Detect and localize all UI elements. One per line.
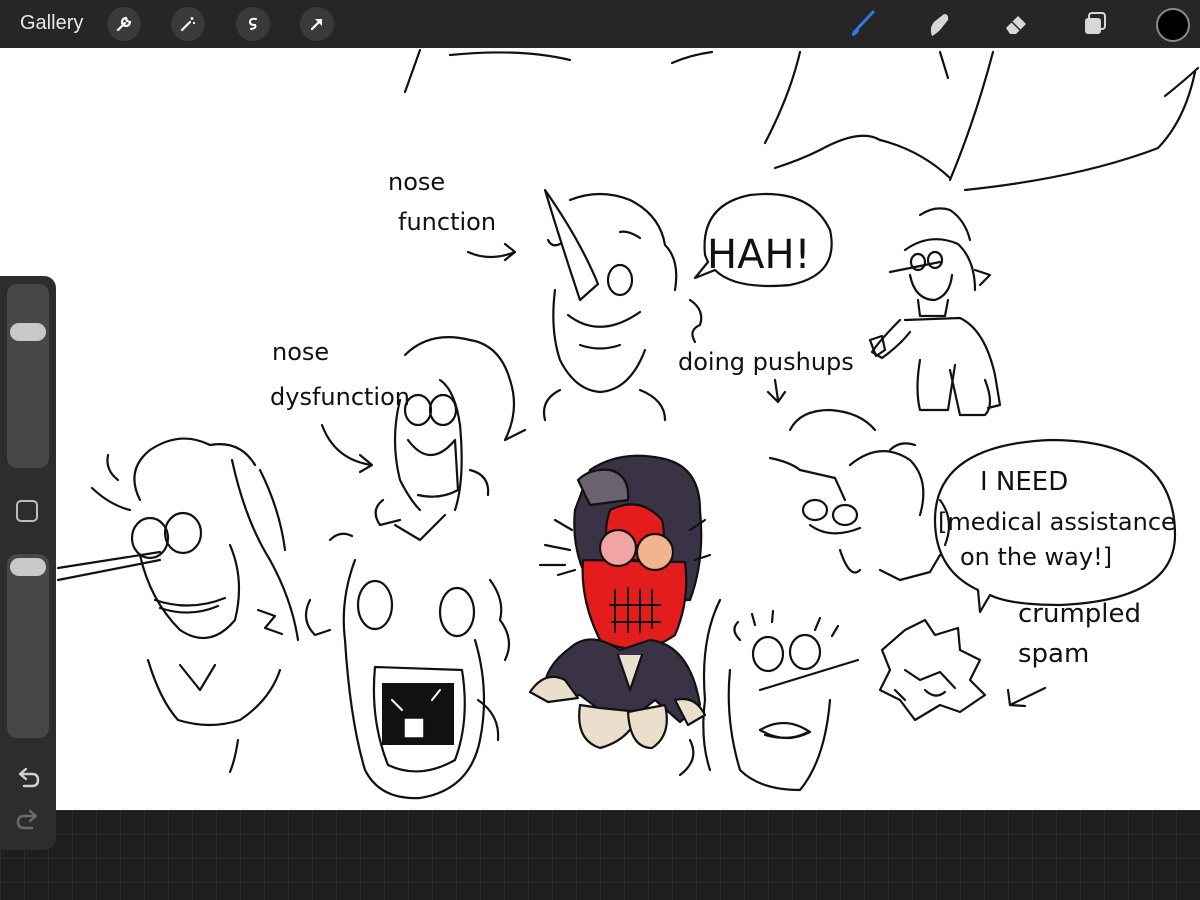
brush-icon — [852, 10, 875, 36]
brush-size-slider[interactable] — [7, 284, 49, 468]
label-doing-pushups: doing pushups — [678, 348, 854, 404]
adjustments-button[interactable] — [171, 7, 205, 41]
svg-text:doing pushups: doing pushups — [678, 348, 854, 376]
top-sketch-lines — [403, 48, 1200, 192]
opacity-slider[interactable] — [7, 554, 49, 738]
svg-text:HAH!: HAH! — [707, 232, 811, 278]
drawing-canvas[interactable]: HAH! I NEED [medical assistance on the w… — [0, 48, 1200, 810]
svg-text:nose: nose — [272, 338, 329, 366]
svg-text:dysfunction: dysfunction — [270, 383, 410, 411]
svg-text:on the way!]: on the way!] — [960, 543, 1112, 571]
svg-text:function: function — [398, 208, 496, 236]
character-screaming — [304, 532, 511, 800]
gallery-button[interactable]: Gallery — [20, 12, 83, 35]
character-nose-function — [542, 188, 703, 422]
brush-tool[interactable] — [842, 4, 882, 44]
selection-icon — [248, 17, 257, 30]
character-thumbs-up — [868, 207, 1002, 417]
character-left — [56, 437, 300, 774]
wrench-icon — [116, 16, 132, 32]
crumpled-spam-drawing — [878, 618, 987, 722]
magic-wand-icon — [180, 17, 195, 32]
svg-text:nose: nose — [388, 168, 445, 196]
character-bottom-right — [678, 598, 860, 792]
label-crumpled-spam: crumpled spam — [1006, 599, 1141, 708]
smudge-tool[interactable] — [918, 4, 958, 44]
undo-icon[interactable] — [14, 764, 42, 792]
eraser-icon — [1006, 16, 1026, 34]
character-nose-dysfunction — [374, 336, 527, 542]
layers-icon — [1085, 12, 1106, 34]
character-pushups — [768, 408, 951, 582]
left-sidebar — [0, 276, 56, 850]
color-picker[interactable] — [1156, 8, 1190, 42]
eraser-tool[interactable] — [996, 4, 1036, 44]
selection-button[interactable] — [236, 7, 270, 41]
svg-text:[medical assistance: [medical assistance — [938, 508, 1176, 536]
redo-icon[interactable] — [14, 806, 42, 834]
speech-bubble-i-need: I NEED [medical assistance on the way!] — [933, 438, 1177, 614]
smudge-icon — [930, 14, 949, 36]
svg-text:crumpled: crumpled — [1018, 599, 1141, 629]
opacity-thumb[interactable] — [10, 558, 46, 576]
move-arrow-icon — [310, 18, 323, 31]
label-nose-dysfunction: nose dysfunction — [270, 338, 410, 474]
canvas-background-grid — [0, 810, 1200, 900]
svg-text:spam: spam — [1018, 639, 1089, 669]
transform-button[interactable] — [300, 7, 334, 41]
actions-button[interactable] — [107, 7, 141, 41]
label-nose-function: nose function — [388, 168, 517, 262]
layers-tool[interactable] — [1075, 4, 1115, 44]
character-center-colored — [528, 454, 712, 750]
speech-bubble-hah: HAH! — [693, 192, 833, 288]
brush-size-thumb[interactable] — [10, 322, 46, 341]
svg-text:I NEED: I NEED — [980, 467, 1068, 497]
canvas-artwork: HAH! I NEED [medical assistance on the w… — [56, 48, 1200, 800]
modify-button[interactable] — [16, 500, 38, 522]
top-toolbar: Gallery — [0, 0, 1200, 48]
